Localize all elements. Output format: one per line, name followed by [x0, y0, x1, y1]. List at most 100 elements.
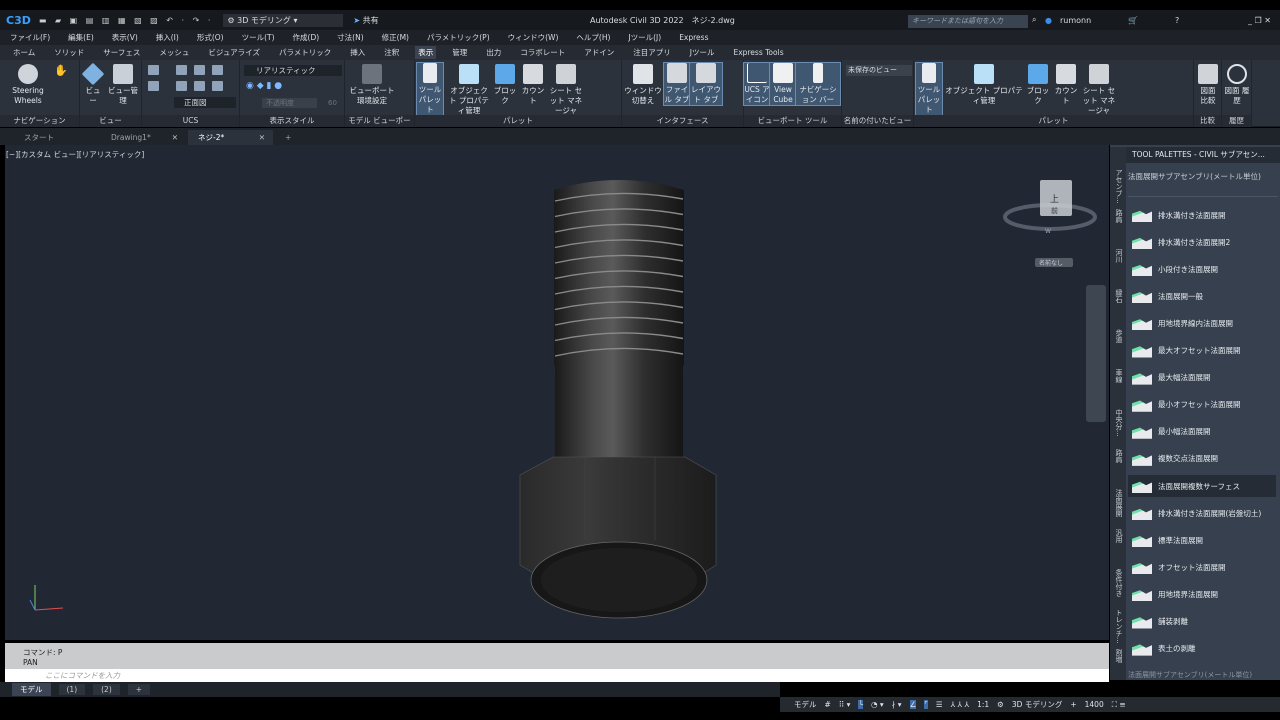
palette-side-tab[interactable]: 中央分... — [1112, 409, 1124, 437]
isodraft-icon[interactable]: ∠ — [909, 700, 917, 709]
palette-side-tab[interactable]: 歩道 — [1112, 329, 1124, 343]
grid-icon[interactable]: # — [825, 700, 831, 709]
menu-item[interactable]: パラメトリック(P) — [427, 32, 490, 43]
ucs-icon[interactable] — [194, 65, 205, 75]
menu-item[interactable]: Express — [679, 33, 708, 42]
viewport-controls-label[interactable]: [−][カスタム ビュー][リアリスティック] — [6, 149, 144, 160]
ucs-icon[interactable] — [212, 65, 223, 75]
palette-item[interactable]: 最小オフセット法面展開 — [1128, 394, 1276, 416]
palette-side-tab[interactable]: トレンチ... — [1112, 609, 1124, 644]
cart-icon[interactable]: 🛒 — [1128, 16, 1138, 25]
search-icon[interactable]: ⌕ — [1032, 15, 1036, 25]
menu-item[interactable]: ファイル(F) — [10, 32, 50, 43]
add-layout-button[interactable]: + — [127, 684, 151, 695]
ucs-icon[interactable] — [176, 81, 187, 91]
palette-side-tab[interactable]: 法面展開 — [1112, 489, 1124, 517]
palette-side-tab[interactable]: 路肩 — [1112, 449, 1124, 463]
navigation-bar[interactable] — [1086, 285, 1106, 422]
ucs-icon[interactable] — [148, 65, 159, 75]
menu-item[interactable]: ウィンドウ(W) — [508, 32, 559, 43]
workspace-select[interactable]: ⚙ 3D モデリング ▾ — [223, 13, 344, 27]
close-icon[interactable]: ✕ — [172, 130, 178, 145]
menu-item[interactable]: Jツール(J) — [628, 32, 661, 43]
polar-icon[interactable]: ◔ ▾ — [871, 700, 884, 709]
viewcube[interactable]: 上 前 W 名前なし — [1003, 180, 1097, 267]
palette-side-tab[interactable]: 車線 — [1112, 369, 1124, 383]
count-button[interactable]: カウント — [1052, 64, 1080, 106]
palette-side-tab[interactable]: 路肩 — [1112, 209, 1124, 223]
tab-layout-1[interactable]: (1) — [58, 684, 86, 695]
lineweight-icon[interactable]: ☰ — [936, 700, 943, 709]
ribbon-tab[interactable]: Express Tools — [730, 47, 786, 58]
command-input[interactable]: ここにコマンドを入力 — [5, 669, 1109, 682]
menu-item[interactable]: 編集(E) — [68, 32, 94, 43]
ucs-icon[interactable] — [148, 81, 159, 91]
visual-style-select[interactable]: リアリスティック — [244, 65, 342, 76]
tab-drawing1[interactable]: Drawing1* ✕ — [101, 130, 186, 145]
menu-item[interactable]: 表示(V) — [112, 32, 138, 43]
viewcube-toggle[interactable]: View Cube — [769, 62, 797, 106]
ribbon-tab[interactable]: 注釈 — [381, 46, 402, 59]
ucs-icon[interactable] — [212, 81, 223, 91]
palette-side-tab[interactable]: 条件付き — [1112, 569, 1124, 597]
palette-item[interactable]: 舗装剥離 — [1128, 611, 1276, 633]
search-input[interactable]: キーワードまたは語句を入力 — [908, 15, 1028, 28]
viewcube-face-top[interactable]: 上 — [1050, 194, 1059, 205]
palette-item[interactable]: 法面展開一般 — [1128, 285, 1276, 307]
ortho-icon[interactable]: └ — [858, 700, 863, 709]
window-controls[interactable]: _ ❐ ✕ — [1248, 16, 1271, 25]
menu-item[interactable]: 寸法(N) — [337, 32, 363, 43]
tab-neji-2[interactable]: ネジ-2* ✕ — [188, 130, 273, 145]
menu-item[interactable]: ヘルプ(H) — [576, 32, 610, 43]
app-logo[interactable]: C3D — [6, 14, 31, 27]
block-button[interactable]: ブロック — [493, 64, 517, 106]
palette-side-tab[interactable]: 河川 — [1112, 249, 1124, 263]
viewport-config-button[interactable]: ビューポート 環境設定 — [347, 64, 397, 106]
ucs-icon-toggle[interactable]: UCS アイコン — [743, 62, 771, 106]
compare-button[interactable]: 図面 比較 — [1196, 64, 1220, 106]
count-button[interactable]: カウント — [519, 64, 547, 106]
sheetset-button[interactable]: シート セット マネージャ — [547, 64, 585, 116]
palette-side-tab[interactable]: 縁石 — [1112, 289, 1124, 303]
tab-layout-2[interactable]: (2) — [93, 684, 120, 695]
palette-item[interactable]: 排水溝付き法面展開(岩盤切土) — [1128, 502, 1276, 524]
workspace-switch[interactable]: 3D モデリング — [1012, 699, 1062, 710]
username[interactable]: rumonn — [1060, 16, 1091, 25]
user-icon[interactable]: ● — [1045, 16, 1052, 25]
ribbon-tab[interactable]: 注目アプリ — [630, 46, 674, 59]
ribbon-tab[interactable]: サーフェス — [100, 46, 143, 59]
ribbon-tab[interactable]: 挿入 — [347, 46, 368, 59]
layout-tab-toggle[interactable]: レイアウト タブ — [689, 62, 723, 106]
palette-item[interactable]: 排水溝付き法面展開2 — [1128, 231, 1276, 253]
palette-item[interactable]: 標準法面展開 — [1128, 529, 1276, 551]
ribbon-tab[interactable]: ソリッド — [51, 46, 87, 59]
opacity-value[interactable]: 60 — [328, 99, 337, 107]
menu-item[interactable]: 挿入(I) — [156, 32, 179, 43]
menu-item[interactable]: ツール(T) — [242, 32, 275, 43]
viewcube-face-front[interactable]: 前 — [1051, 206, 1058, 215]
share-button[interactable]: ➤ 共有 — [353, 15, 378, 26]
object-properties-button[interactable]: オブジェクト プロパティ管理 — [447, 64, 491, 116]
file-tab-toggle[interactable]: ファイル タブ — [663, 62, 691, 106]
ribbon-tab[interactable]: メッシュ — [156, 46, 192, 59]
value-readout[interactable]: 1400 — [1085, 700, 1104, 709]
gear-icon[interactable]: ⚙ — [997, 700, 1004, 709]
render-icons[interactable]: ◉ ◆ ▮ ● — [246, 81, 282, 91]
snap-icon[interactable]: ⠿ ▾ — [839, 700, 851, 709]
ribbon-tab[interactable]: Jツール — [687, 46, 718, 59]
palette-side-tab[interactable]: アセンブ... — [1112, 169, 1124, 204]
tool-palette-button[interactable]: ツール パレット — [416, 62, 444, 116]
osnap-icon[interactable]: ∤ ▾ — [892, 700, 902, 709]
palette-item[interactable]: 小段付き法面展開 — [1128, 258, 1276, 280]
palette-item[interactable]: 表土の剥離 — [1128, 638, 1276, 660]
object-properties-button[interactable]: オブジェクト プロパティ管理 — [944, 64, 1024, 106]
model-space-button[interactable]: モデル — [794, 699, 817, 710]
palette-title[interactable]: TOOL PALETTES - CIVIL サブアセン... — [1126, 147, 1280, 163]
object-snap-icon[interactable]: ⌜ — [924, 700, 928, 709]
palette-item[interactable]: 最大オフセット法面展開 — [1128, 340, 1276, 362]
ribbon-tab[interactable]: アドイン — [581, 46, 617, 59]
quick-access-toolbar[interactable]: ▬ ▰ ▣ ▤ ▥ ▦ ▧ ▨ ↶ · ↷ · — [39, 16, 214, 25]
palette-item[interactable]: 用地境界線内法面展開 — [1128, 312, 1276, 334]
switch-window-button[interactable]: ウィンドウ 切替え — [624, 64, 662, 106]
sheetset-button[interactable]: シート セット マネージャ — [1080, 64, 1118, 116]
